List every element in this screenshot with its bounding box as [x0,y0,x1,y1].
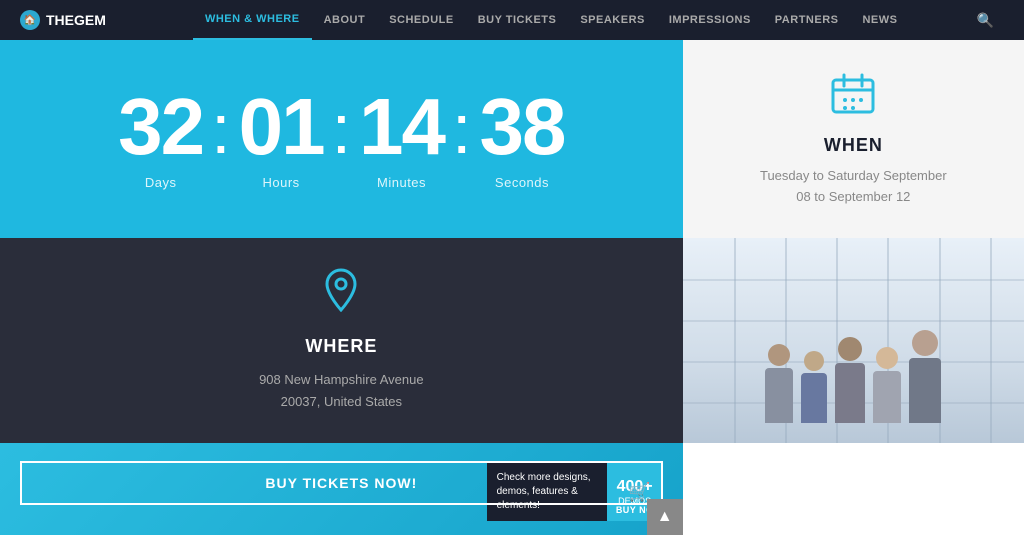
person-3 [835,337,865,423]
seconds-value: 38 [479,87,564,167]
when-date: Tuesday to Saturday September 08 to Sept… [760,166,947,208]
nav-item-when-where[interactable]: WHEN & WHERE [193,0,312,40]
nav-item-news[interactable]: NEWS [850,0,909,40]
when-section: WHEN Tuesday to Saturday September 08 to… [683,40,1024,238]
days-value: 32 [118,87,203,167]
logo-text: THEGEM [46,12,106,28]
timer-minutes: 14 Minutes [359,87,444,190]
nav-item-buy-tickets[interactable]: BUY TICKETS [466,0,569,40]
hours-label: Hours [263,175,300,190]
nav-item-about[interactable]: ABOUT [312,0,378,40]
timer-hours: 01 Hours [239,87,324,190]
person-5 [909,330,941,423]
days-label: Days [145,175,177,190]
nav-item-impressions[interactable]: IMPRESSIONS [657,0,763,40]
logo[interactable]: 🏠 THEGEM [20,10,106,30]
seconds-label: Seconds [495,175,549,190]
scroll-up-button[interactable]: ▲ [647,499,683,535]
main-content: 32 Days : 01 Hours : 14 Minutes : 38 Sec… [0,40,1024,535]
minutes-value: 14 [359,87,444,167]
nav-item-speakers[interactable]: SPEAKERS [568,0,657,40]
timer-days: 32 Days [118,87,203,190]
navbar-nav: WHEN & WHERE ABOUT SCHEDULE BUY TICKETS … [136,0,967,40]
separator-2: : [324,94,359,164]
person-2 [801,351,827,423]
countdown-timer: 32 Days : 01 Hours : 14 Minutes : 38 Sec… [118,87,564,190]
people-silhouettes [765,330,941,423]
image-section [683,238,1024,443]
where-section: WHERE 908 New Hampshire Avenue 20037, Un… [0,238,683,443]
navbar: 🏠 THEGEM WHEN & WHERE ABOUT SCHEDULE BUY… [0,0,1024,40]
location-icon [323,268,359,321]
search-icon[interactable]: 🔍 [967,12,1004,29]
calendar-icon [828,70,878,120]
person-4 [873,347,901,423]
nav-item-schedule[interactable]: SCHEDULE [377,0,466,40]
separator-3: : [444,94,479,164]
countdown-section: 32 Days : 01 Hours : 14 Minutes : 38 Sec… [0,40,683,238]
nav-item-partners[interactable]: PARTNERS [763,0,851,40]
minutes-label: Minutes [377,175,426,190]
person-1 [765,344,793,423]
logo-icon: 🏠 [20,10,40,30]
timer-seconds: 38 Seconds [479,87,564,190]
where-address: 908 New Hampshire Avenue 20037, United S… [259,369,424,413]
promo-section: Check more designs, demos, features & el… [0,443,683,535]
when-title: WHEN [824,135,883,156]
buy-tickets-button[interactable]: BUY TICKETS NOW! [20,461,663,505]
separator-1: : [203,94,238,164]
where-title: WHERE [305,336,377,357]
business-scene [683,238,1024,443]
hours-value: 01 [239,87,324,167]
